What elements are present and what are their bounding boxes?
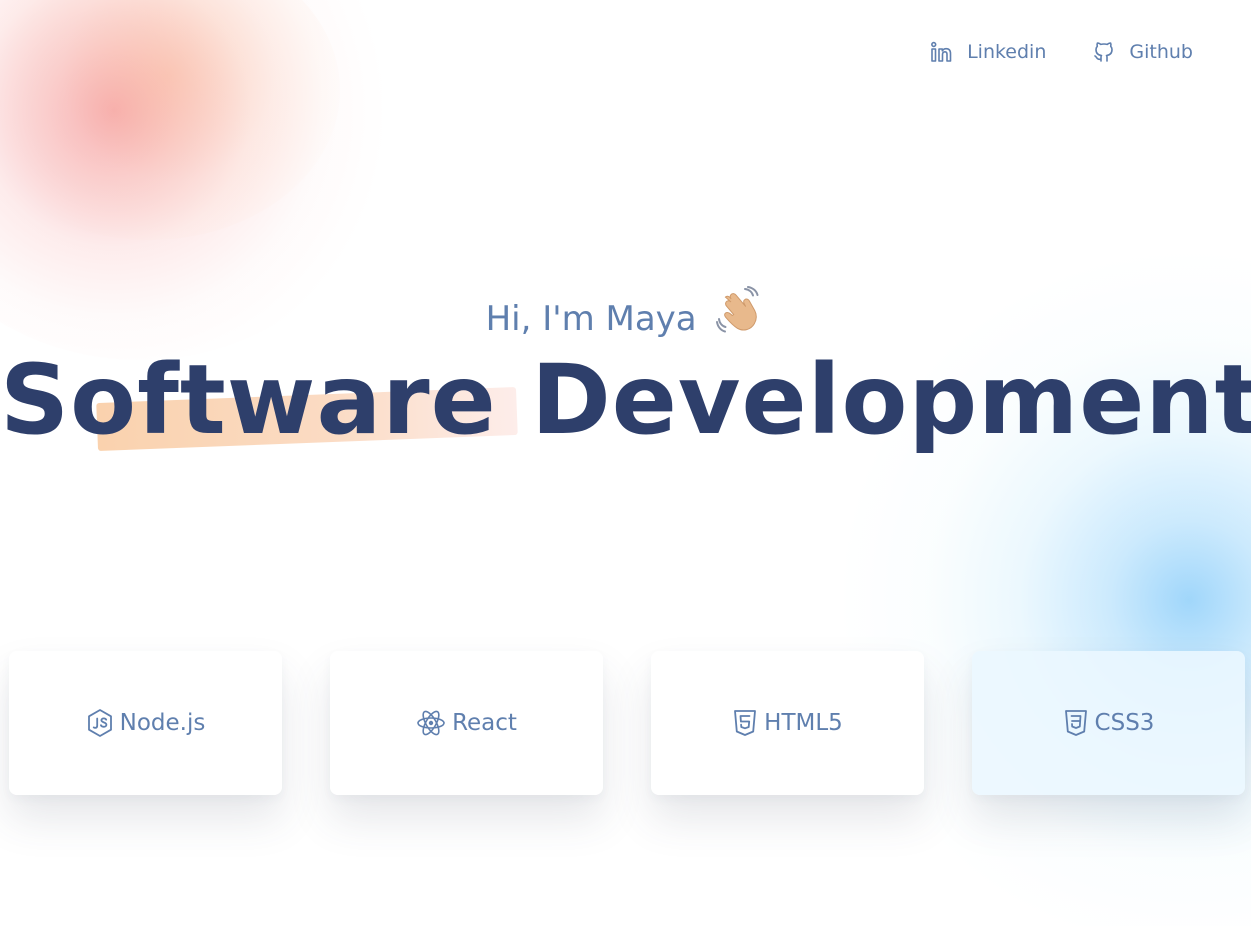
react-icon xyxy=(416,708,446,738)
page-title: Software Development xyxy=(0,342,1251,458)
github-link[interactable]: Github xyxy=(1092,40,1193,64)
greeting-text: Hi, I'm Maya xyxy=(485,299,697,339)
greeting: Hi, I'm Maya xyxy=(0,286,1251,347)
github-label: Github xyxy=(1129,41,1193,63)
skill-label: CSS3 xyxy=(1094,710,1155,736)
github-icon xyxy=(1092,40,1116,64)
skill-card-nodejs[interactable]: Node.js xyxy=(9,651,282,795)
skill-card-css3[interactable]: CSS3 xyxy=(972,651,1245,795)
top-nav: Linkedin Github xyxy=(930,40,1193,64)
nodejs-icon xyxy=(86,708,114,738)
skill-label: React xyxy=(452,710,517,736)
linkedin-label: Linkedin xyxy=(967,41,1047,63)
title-highlighted-word: Software xyxy=(0,344,497,456)
css3-icon xyxy=(1063,709,1089,737)
skill-label: Node.js xyxy=(119,710,206,736)
linkedin-link[interactable]: Linkedin xyxy=(930,40,1046,64)
skill-card-react[interactable]: React xyxy=(330,651,603,795)
title-rest: Development xyxy=(531,344,1251,456)
linkedin-icon xyxy=(930,40,954,64)
skills-list: Node.js React HTML5 CSS3 xyxy=(9,651,1245,795)
portfolio-page: Linkedin Github Hi, I'm Maya Software De… xyxy=(0,0,1251,926)
skill-label: HTML5 xyxy=(764,710,843,736)
skill-card-html5[interactable]: HTML5 xyxy=(651,651,924,795)
waving-hand-icon xyxy=(715,286,765,347)
html5-icon xyxy=(732,709,758,737)
